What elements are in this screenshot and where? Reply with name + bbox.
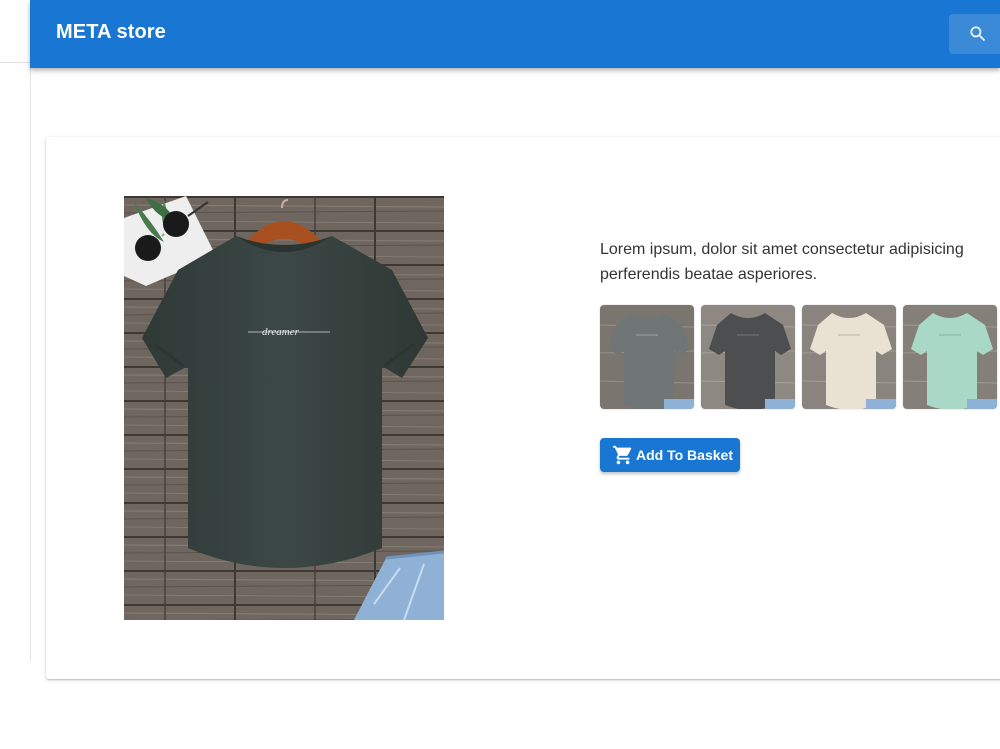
drawer-divider xyxy=(0,62,30,63)
search-button[interactable] xyxy=(949,14,1000,54)
variant-thumbnails xyxy=(600,305,1000,410)
add-to-basket-label: Add To Basket xyxy=(636,447,733,463)
app-title: META store xyxy=(56,21,166,43)
svg-text:dreamer: dreamer xyxy=(262,326,300,338)
add-to-basket-button[interactable]: Add To Basket xyxy=(600,438,740,472)
product-description: Lorem ipsum, dolor sit amet consectetur … xyxy=(600,241,964,283)
thumbnail-charcoal[interactable] xyxy=(701,305,795,409)
thumbnail-mint[interactable] xyxy=(903,305,997,409)
thumbnail-cream[interactable] xyxy=(802,305,896,409)
cart-icon xyxy=(612,445,632,465)
product-main-image: dreamer xyxy=(124,196,444,620)
app-bar: META store xyxy=(30,0,1000,68)
nav-drawer xyxy=(0,0,31,662)
thumbnail-grey[interactable] xyxy=(600,305,694,409)
product-card: dreamer Lorem ipsum, dolor sit amet cons… xyxy=(46,137,1000,679)
search-icon xyxy=(970,26,986,42)
app-root: META store dreamer Lorem ipsum, dolor si… xyxy=(0,0,1000,749)
